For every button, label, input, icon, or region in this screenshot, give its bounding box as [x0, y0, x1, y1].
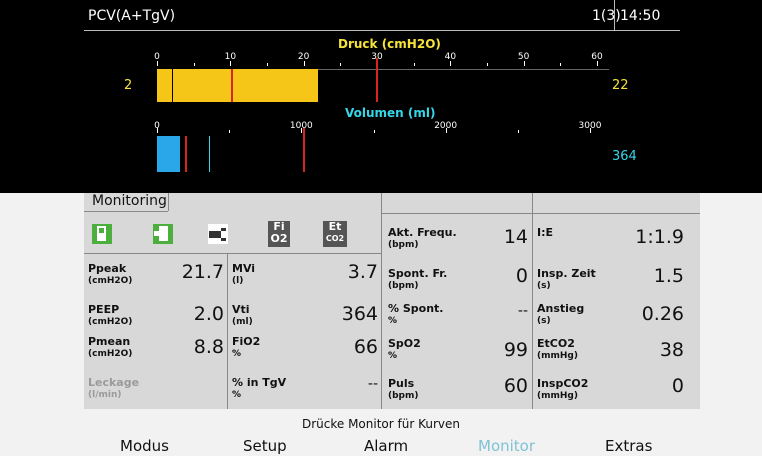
fio2-icon: Fi O2	[268, 221, 290, 247]
pressure-major-tick	[597, 61, 598, 66]
param-mvi-value: 3.7	[347, 261, 378, 283]
volume-target-marker	[209, 136, 210, 172]
divider	[227, 253, 228, 409]
plug-icon	[208, 224, 228, 244]
param-vti-value: 364	[341, 303, 378, 325]
divider	[381, 213, 700, 214]
pressure-min-value: 2	[124, 78, 133, 93]
menu-monitor[interactable]: Monitor	[478, 437, 535, 455]
param-insp-zeit-label: Insp. Zeit (s)	[537, 267, 596, 292]
param-peep-value: 2.0	[193, 303, 224, 325]
param-anstieg-value: 0.26	[641, 303, 684, 325]
param-anstieg-label: Anstieg (s)	[537, 302, 585, 327]
pressure-lower-limit-marker	[231, 69, 233, 102]
etco2-icon-bottom: CO2	[325, 234, 345, 243]
pressure-minor-tick	[413, 63, 415, 66]
param-insp-zeit-value: 1.5	[653, 265, 684, 287]
param-spo2-value: 99	[503, 339, 528, 361]
param-spo2-label: SpO2%	[388, 337, 421, 362]
menu-setup[interactable]: Setup	[243, 437, 287, 455]
param-etco2-value: 38	[659, 339, 684, 361]
clock: 14:50	[620, 8, 661, 24]
param-in-tgv-value: --	[367, 376, 378, 392]
pressure-minor-tick	[487, 63, 488, 66]
divider	[381, 193, 382, 409]
volume-minor-tick	[373, 130, 375, 133]
param-spont-fr-value: 0	[515, 265, 528, 287]
pressure-minor-tick	[560, 63, 562, 66]
volume-title: Volumen (ml)	[345, 106, 436, 120]
param-mvi-label: MVi (l)	[232, 262, 256, 287]
divider	[168, 193, 169, 211]
param-puls-label: Puls (bpm)	[388, 377, 419, 402]
ventilation-mode: PCV(A+TgV)	[88, 8, 176, 24]
pressure-major-tick	[523, 61, 525, 66]
param-pct-spont-label: % Spont.%	[388, 302, 444, 327]
param-akt-frequ-label: Akt. Frequ. (bpm)	[388, 226, 457, 251]
param-in-tgv-label: % in TgV%	[232, 376, 287, 401]
param-inspco2-label: InspCO2 (mmHg)	[537, 377, 589, 402]
etco2-icon-top: Et	[328, 220, 342, 233]
hint-text: Drücke Monitor für Kurven	[301, 417, 460, 431]
menu-modus[interactable]: Modus	[120, 437, 169, 455]
divider	[84, 253, 381, 254]
param-akt-frequ-value: 14	[503, 226, 528, 248]
pressure-title: Druck (cmH2O)	[338, 37, 441, 51]
volume-lower-limit-marker	[185, 136, 187, 172]
battery-icon	[92, 224, 112, 244]
menu-alarm[interactable]: Alarm	[364, 437, 408, 455]
param-spont-fr-label: Spont. Fr. (bpm)	[388, 267, 448, 292]
pressure-minor-tick	[340, 63, 342, 66]
param-pmean-value: 8.8	[193, 336, 224, 358]
etco2-icon: Et CO2	[323, 221, 347, 247]
pressure-major-tick	[303, 61, 305, 66]
divider	[532, 193, 533, 409]
menu-extras[interactable]: Extras	[605, 437, 652, 455]
volume-major-tick	[157, 128, 158, 133]
peep-marker	[172, 69, 173, 102]
pressure-major-tick	[157, 61, 158, 66]
param-peep-label: PEEP (cmH2O)	[88, 303, 133, 328]
monitoring-title: Monitoring	[92, 193, 167, 209]
divider	[614, 0, 615, 30]
pressure-level-bar	[157, 69, 319, 102]
pressure-minor-tick	[193, 63, 195, 66]
battery-side-icon	[153, 224, 173, 244]
param-pmean-label: Pmean (cmH2O)	[88, 335, 133, 360]
volume-level-bar	[157, 136, 180, 172]
volume-major-tick	[590, 128, 591, 133]
param-etco2-label: EtCO2 (mmHg)	[537, 337, 578, 362]
param-fio2-value: 66	[353, 336, 378, 358]
monitoring-panel: Monitoring Fi O2 Et CO2 Ppeak (cmH2O) 21.…	[84, 193, 700, 409]
volume-current-value: 364	[612, 149, 637, 164]
fio2-icon-bottom: O2	[270, 232, 288, 245]
param-fio2-label: FiO2%	[232, 335, 261, 360]
param-ppeak-value: 21.7	[181, 261, 224, 283]
pressure-current-value: 22	[612, 78, 629, 93]
volume-minor-tick	[229, 130, 231, 133]
pressure-minor-tick	[267, 63, 268, 66]
pressure-upper-limit-marker	[376, 58, 378, 102]
param-pct-spont-value: --	[517, 303, 528, 319]
pressure-major-tick	[450, 61, 452, 66]
divider	[84, 211, 168, 212]
volume-minor-tick	[517, 130, 519, 133]
param-vti-label: Vti (ml)	[232, 303, 253, 328]
volume-upper-limit-marker	[303, 128, 305, 172]
param-ppeak-label: Ppeak (cmH2O)	[88, 262, 133, 287]
param-puls-value: 60	[503, 375, 528, 397]
page-indicator: 1(3)	[592, 8, 621, 24]
param-leckage-label: Leckage (l/min)	[88, 376, 140, 401]
volume-major-tick	[445, 128, 447, 133]
param-ie-label: I:E	[537, 226, 554, 239]
waveform-display: PCV(A+TgV) 1(3) 14:50 Druck (cmH2O) 0 10 2…	[0, 0, 762, 193]
pressure-major-tick	[230, 61, 232, 66]
param-inspco2-value: 0	[671, 375, 684, 397]
param-ie-value: 1:1.9	[635, 226, 684, 248]
